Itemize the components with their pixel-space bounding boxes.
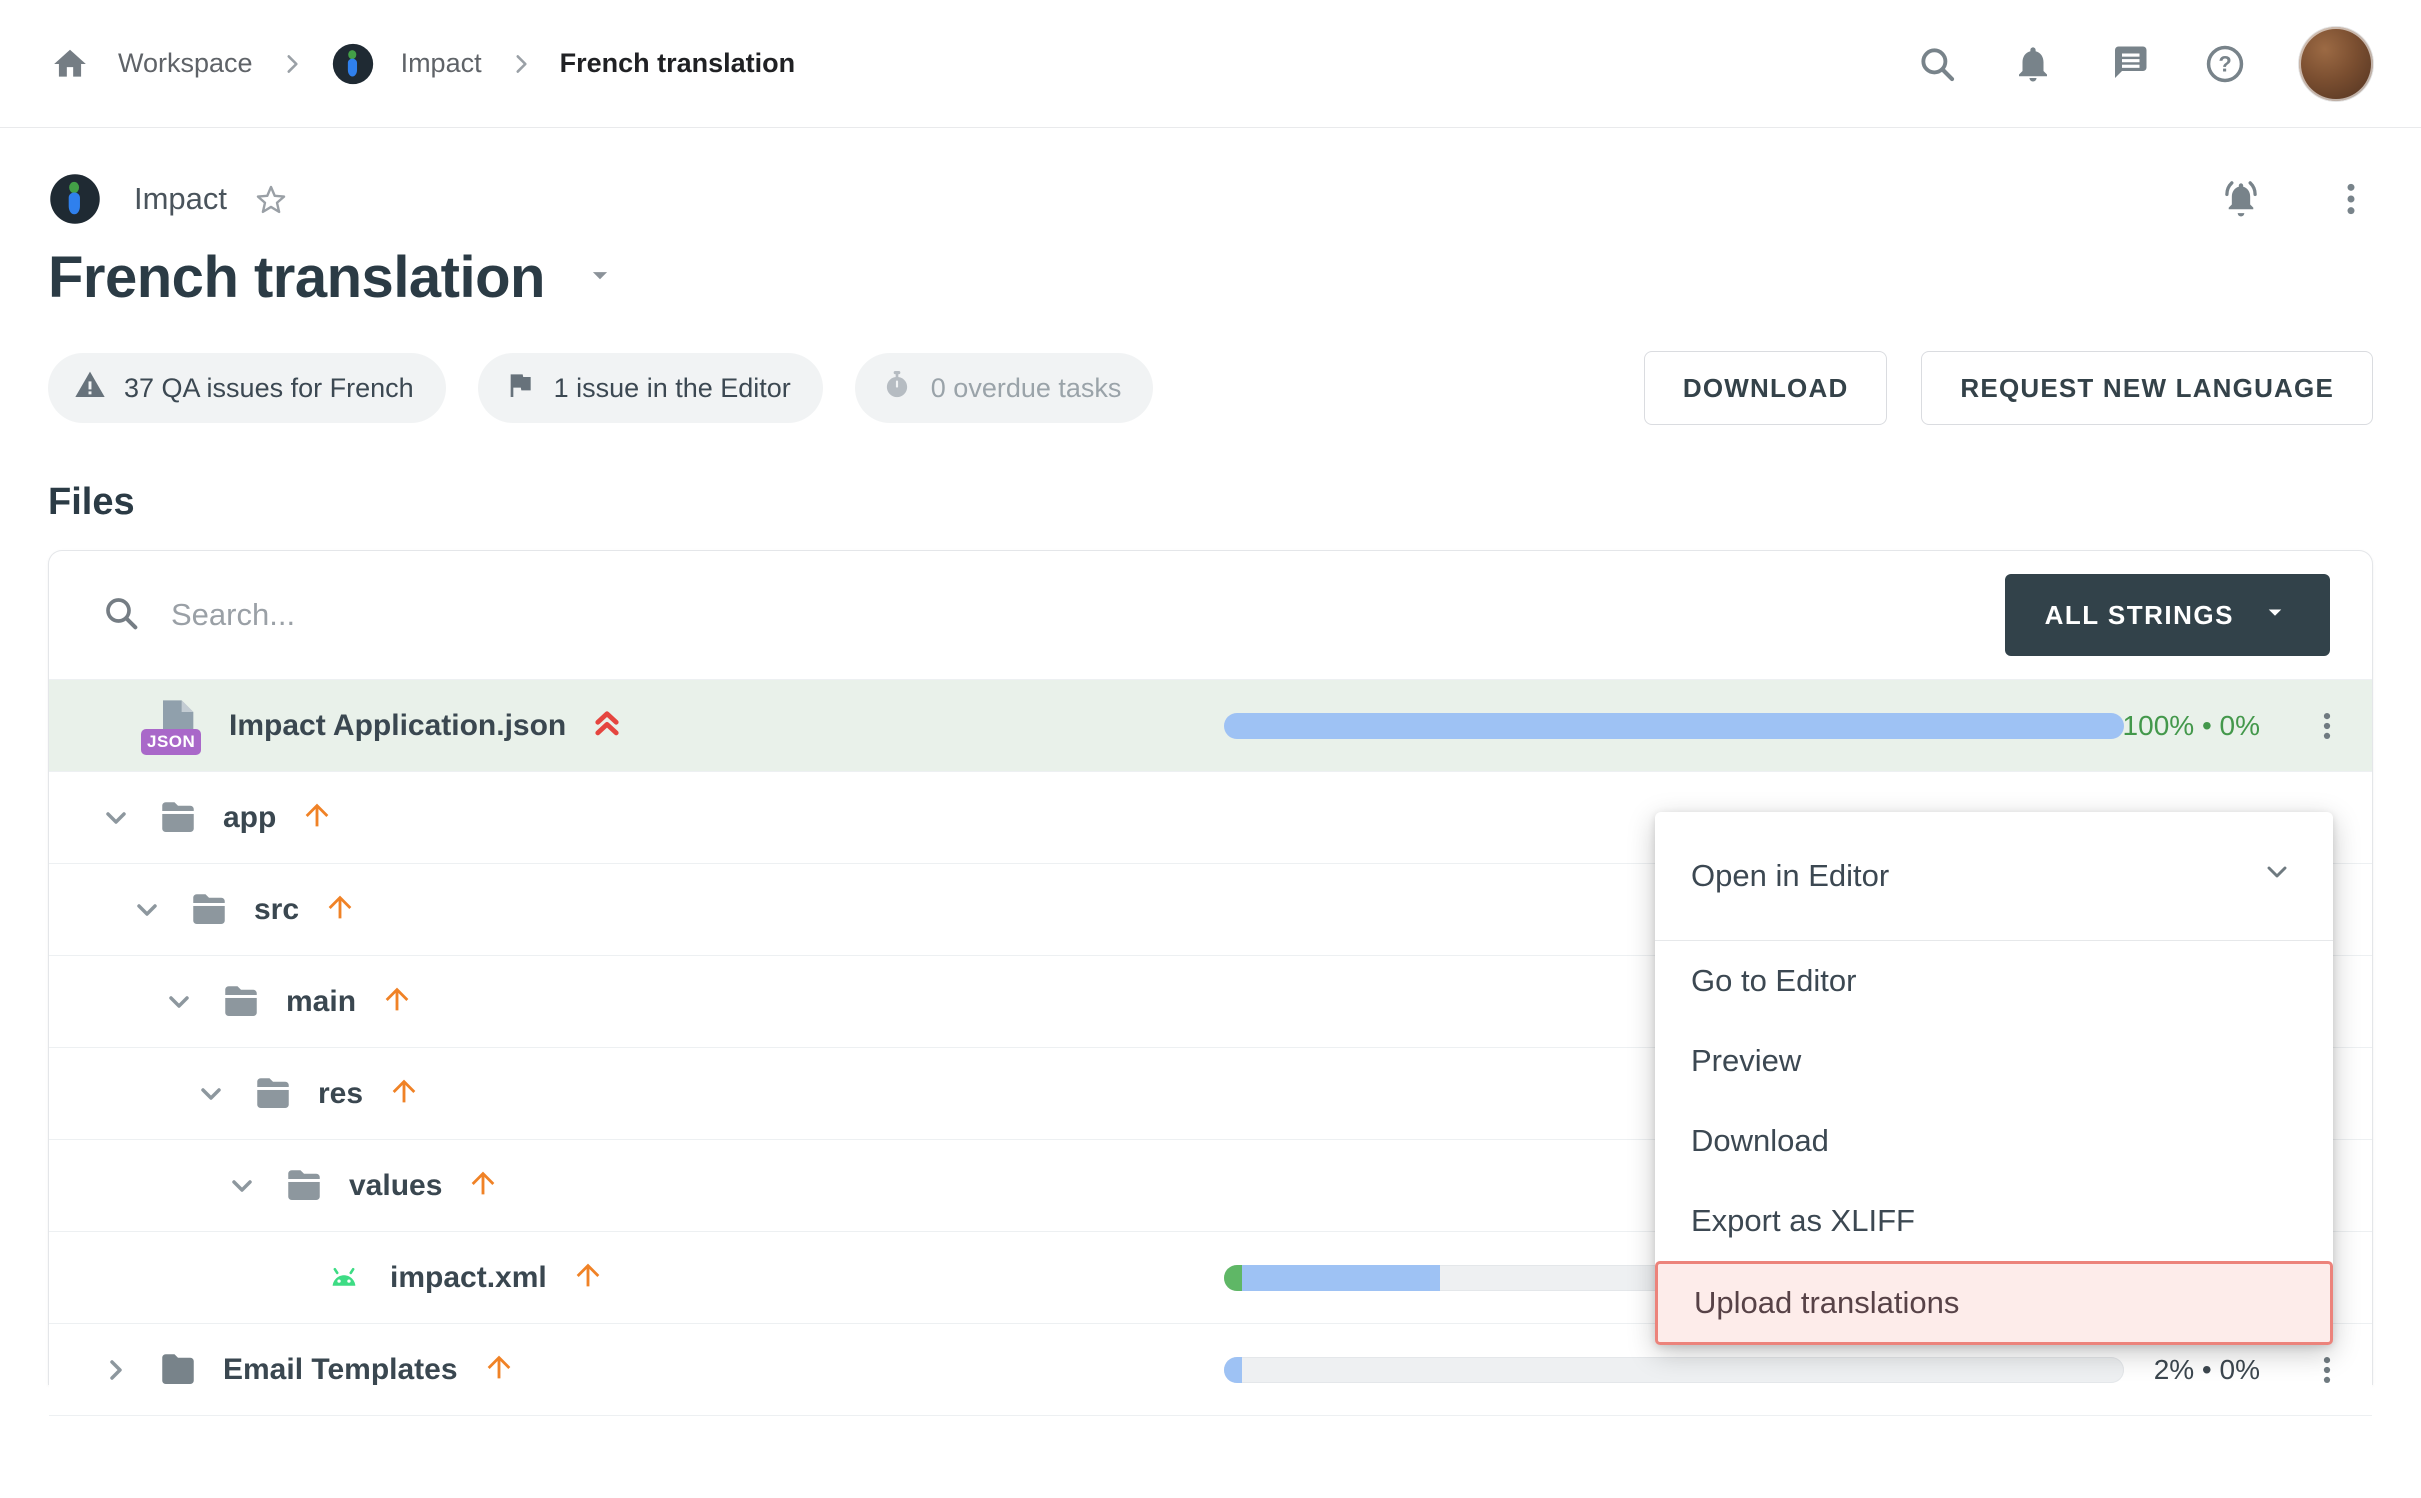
breadcrumb: Workspace Impact French translation bbox=[48, 42, 795, 86]
translation-stats: 100% • 0% bbox=[2123, 710, 2260, 742]
folder-open-icon bbox=[252, 1073, 294, 1115]
folder-name[interactable]: src bbox=[254, 893, 299, 927]
folder-name[interactable]: app bbox=[223, 801, 276, 835]
android-icon bbox=[322, 1256, 366, 1300]
chevron-down-icon[interactable] bbox=[162, 985, 196, 1019]
menu-item-open-in-editor[interactable]: Open in Editor bbox=[1655, 812, 2333, 941]
top-navigation-bar: Workspace Impact French translation bbox=[0, 0, 2421, 128]
upload-arrow-icon bbox=[571, 1258, 605, 1297]
folder-name[interactable]: main bbox=[286, 985, 356, 1019]
notifications-icon[interactable] bbox=[2011, 42, 2055, 86]
upload-arrow-icon bbox=[300, 798, 334, 837]
search-icon[interactable] bbox=[1915, 42, 1959, 86]
page-title: French translation bbox=[48, 244, 545, 311]
chevron-down-icon bbox=[2260, 597, 2290, 634]
search-input[interactable] bbox=[169, 596, 1573, 634]
request-new-language-button[interactable]: REQUEST NEW LANGUAGE bbox=[1921, 351, 2373, 425]
flag-icon bbox=[504, 369, 536, 408]
timer-icon bbox=[881, 369, 913, 408]
avatar[interactable] bbox=[2299, 27, 2373, 101]
star-icon[interactable] bbox=[253, 181, 289, 217]
row-menu-icon[interactable] bbox=[2302, 1345, 2352, 1395]
overdue-tasks-chip: 0 overdue tasks bbox=[855, 353, 1154, 423]
translation-stats: 2% • 0% bbox=[2154, 1354, 2260, 1386]
upload-arrow-icon bbox=[380, 982, 414, 1021]
upload-arrow-icon bbox=[323, 890, 357, 929]
all-strings-filter-button[interactable]: ALL STRINGS bbox=[2005, 574, 2330, 656]
file-row-impact-application-json[interactable]: JSON Impact Application.json 100% • 0% bbox=[49, 679, 2372, 771]
chevron-down-icon bbox=[2261, 856, 2293, 896]
project-logo bbox=[331, 42, 375, 86]
ringing-bell-icon[interactable] bbox=[2219, 177, 2263, 221]
folder-open-icon bbox=[157, 797, 199, 839]
folder-name[interactable]: Email Templates bbox=[223, 1353, 458, 1387]
next-row-edge bbox=[49, 1415, 2372, 1421]
chevron-right-icon bbox=[279, 51, 305, 77]
home-icon[interactable] bbox=[48, 42, 92, 86]
more-options-icon[interactable] bbox=[2329, 177, 2373, 221]
download-button[interactable]: DOWNLOAD bbox=[1644, 351, 1888, 425]
progress-bar bbox=[1224, 713, 2124, 739]
upload-arrow-icon bbox=[482, 1350, 516, 1389]
project-name: Impact bbox=[134, 181, 227, 217]
progress-bar bbox=[1224, 1357, 2124, 1383]
folder-open-icon bbox=[283, 1165, 325, 1207]
messages-icon[interactable] bbox=[2107, 42, 2151, 86]
menu-item-preview[interactable]: Preview bbox=[1655, 1021, 2333, 1101]
editor-issues-chip[interactable]: 1 issue in the Editor bbox=[478, 353, 823, 423]
folder-open-icon bbox=[220, 981, 262, 1023]
chevron-down-icon[interactable] bbox=[130, 893, 164, 927]
file-name[interactable]: impact.xml bbox=[390, 1261, 547, 1295]
folder-open-icon bbox=[188, 889, 230, 931]
project-header: Impact bbox=[48, 172, 2373, 226]
menu-item-go-to-editor[interactable]: Go to Editor bbox=[1655, 941, 2333, 1021]
chevron-down-icon[interactable] bbox=[99, 801, 133, 835]
high-priority-icon bbox=[590, 706, 624, 745]
folder-name[interactable]: values bbox=[349, 1169, 442, 1203]
svg-text:?: ? bbox=[2218, 51, 2231, 76]
row-menu-icon[interactable] bbox=[2302, 701, 2352, 751]
file-name[interactable]: Impact Application.json bbox=[229, 709, 566, 743]
qa-issues-chip[interactable]: 37 QA issues for French bbox=[48, 353, 446, 423]
app-window: Workspace Impact French translation bbox=[0, 0, 2421, 1498]
menu-item-upload-translations[interactable]: Upload translations bbox=[1655, 1261, 2333, 1345]
chevron-right-icon[interactable] bbox=[99, 1353, 133, 1387]
chevron-down-icon[interactable] bbox=[194, 1077, 228, 1111]
menu-item-download[interactable]: Download bbox=[1655, 1101, 2333, 1181]
upload-arrow-icon bbox=[387, 1074, 421, 1113]
breadcrumb-project[interactable]: Impact bbox=[401, 48, 482, 79]
folder-name[interactable]: res bbox=[318, 1077, 363, 1111]
breadcrumb-workspace[interactable]: Workspace bbox=[118, 48, 253, 79]
chevron-right-icon bbox=[508, 51, 534, 77]
help-icon[interactable]: ? bbox=[2203, 42, 2247, 86]
folder-icon bbox=[157, 1349, 199, 1391]
breadcrumb-current-page: French translation bbox=[560, 48, 796, 79]
json-file-icon: JSON bbox=[149, 695, 205, 757]
file-context-menu: Open in Editor Go to Editor Preview Down… bbox=[1655, 812, 2333, 1345]
json-badge: JSON bbox=[141, 729, 201, 755]
search-icon bbox=[101, 593, 141, 638]
project-logo bbox=[48, 172, 102, 226]
menu-item-export-as-xliff[interactable]: Export as XLIFF bbox=[1655, 1181, 2333, 1261]
title-dropdown-caret-icon[interactable] bbox=[583, 258, 617, 297]
chevron-down-icon[interactable] bbox=[225, 1169, 259, 1203]
warning-icon bbox=[74, 369, 106, 408]
files-section-heading: Files bbox=[48, 481, 2373, 524]
upload-arrow-icon bbox=[466, 1166, 500, 1205]
